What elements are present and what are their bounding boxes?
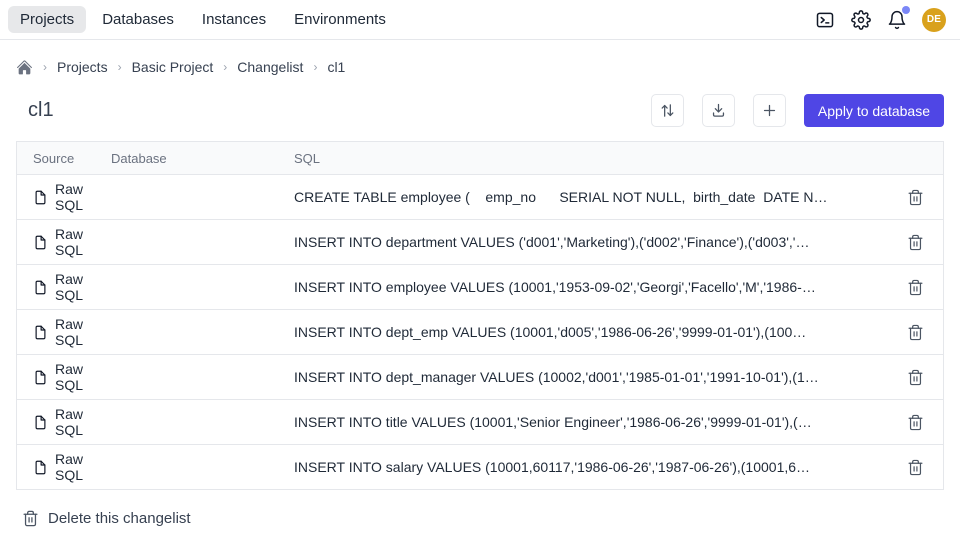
navbar-actions: DE bbox=[814, 8, 946, 32]
chevron-right-icon: › bbox=[223, 60, 227, 74]
apply-to-database-button[interactable]: Apply to database bbox=[804, 94, 944, 127]
source-cell: Raw SQL bbox=[17, 181, 111, 213]
home-icon[interactable] bbox=[16, 59, 33, 76]
delete-row-button[interactable] bbox=[904, 276, 926, 298]
delete-row-button[interactable] bbox=[904, 456, 926, 478]
delete-changelist-label: Delete this changelist bbox=[48, 510, 191, 527]
table-row[interactable]: Raw SQL CREATE TABLE employee ( emp_no S… bbox=[17, 175, 943, 220]
gear-icon bbox=[851, 10, 871, 30]
terminal-icon bbox=[815, 10, 835, 30]
delete-changelist-button[interactable]: Delete this changelist bbox=[22, 510, 191, 527]
file-icon bbox=[33, 415, 48, 430]
nav-item-projects[interactable]: Projects bbox=[8, 6, 86, 33]
table-row[interactable]: Raw SQL INSERT INTO title VALUES (10001,… bbox=[17, 400, 943, 445]
page-title: cl1 bbox=[28, 99, 54, 122]
source-label: Raw SQL bbox=[55, 316, 111, 348]
delete-row-button[interactable] bbox=[904, 321, 926, 343]
source-cell: Raw SQL bbox=[17, 406, 111, 438]
source-cell: Raw SQL bbox=[17, 271, 111, 303]
table-row[interactable]: Raw SQL INSERT INTO employee VALUES (100… bbox=[17, 265, 943, 310]
source-label: Raw SQL bbox=[55, 406, 111, 438]
breadcrumb-projects[interactable]: Projects bbox=[57, 59, 108, 75]
table-body: Raw SQL CREATE TABLE employee ( emp_no S… bbox=[17, 175, 943, 490]
changelist-table: Source Database SQL Raw SQL CREATE TABLE… bbox=[16, 141, 944, 490]
file-icon bbox=[33, 460, 48, 475]
notification-dot bbox=[902, 6, 910, 14]
source-label: Raw SQL bbox=[55, 451, 111, 483]
sql-editor-button[interactable] bbox=[814, 9, 836, 31]
breadcrumb: › Projects › Basic Project › Changelist … bbox=[16, 48, 944, 86]
trash-icon bbox=[907, 279, 924, 296]
toolbar: Apply to database bbox=[651, 94, 944, 127]
plus-icon bbox=[761, 102, 778, 119]
delete-row-button[interactable] bbox=[904, 411, 926, 433]
sql-cell[interactable]: INSERT INTO department VALUES ('d001','M… bbox=[294, 234, 887, 250]
notifications-button[interactable] bbox=[886, 9, 908, 31]
file-icon bbox=[33, 370, 48, 385]
table-row[interactable]: Raw SQL INSERT INTO department VALUES ('… bbox=[17, 220, 943, 265]
sql-cell[interactable]: INSERT INTO dept_manager VALUES (10002,'… bbox=[294, 369, 887, 385]
column-header-source: Source bbox=[17, 151, 111, 166]
source-label: Raw SQL bbox=[55, 271, 111, 303]
breadcrumb-changelist[interactable]: Changelist bbox=[237, 59, 303, 75]
table-header: Source Database SQL bbox=[17, 142, 943, 175]
file-icon bbox=[33, 235, 48, 250]
table-row[interactable]: Raw SQL INSERT INTO salary VALUES (10001… bbox=[17, 445, 943, 490]
chevron-right-icon: › bbox=[313, 60, 317, 74]
trash-icon bbox=[907, 234, 924, 251]
sql-cell[interactable]: CREATE TABLE employee ( emp_no SERIAL NO… bbox=[294, 189, 887, 205]
title-row: cl1 bbox=[16, 94, 944, 127]
sql-cell[interactable]: INSERT INTO title VALUES (10001,'Senior … bbox=[294, 414, 887, 430]
sql-cell[interactable]: INSERT INTO salary VALUES (10001,60117,'… bbox=[294, 459, 887, 475]
nav-item-environments[interactable]: Environments bbox=[282, 6, 398, 33]
main-nav: Projects Databases Instances Environment… bbox=[8, 6, 398, 33]
sql-cell[interactable]: INSERT INTO employee VALUES (10001,'1953… bbox=[294, 279, 887, 295]
file-icon bbox=[33, 280, 48, 295]
top-navbar: Projects Databases Instances Environment… bbox=[0, 0, 960, 40]
table-row[interactable]: Raw SQL INSERT INTO dept_emp VALUES (100… bbox=[17, 310, 943, 355]
column-header-sql: SQL bbox=[294, 151, 887, 166]
trash-icon bbox=[22, 510, 39, 527]
source-cell: Raw SQL bbox=[17, 226, 111, 258]
file-icon bbox=[33, 325, 48, 340]
source-label: Raw SQL bbox=[55, 226, 111, 258]
column-header-database: Database bbox=[111, 151, 294, 166]
source-cell: Raw SQL bbox=[17, 316, 111, 348]
nav-item-databases[interactable]: Databases bbox=[90, 6, 186, 33]
trash-icon bbox=[907, 324, 924, 341]
trash-icon bbox=[907, 189, 924, 206]
delete-row-button[interactable] bbox=[904, 366, 926, 388]
breadcrumb-basic-project[interactable]: Basic Project bbox=[132, 59, 214, 75]
trash-icon bbox=[907, 369, 924, 386]
file-icon bbox=[33, 190, 48, 205]
source-label: Raw SQL bbox=[55, 181, 111, 213]
add-change-button[interactable] bbox=[753, 94, 786, 127]
delete-row-button[interactable] bbox=[904, 186, 926, 208]
settings-button[interactable] bbox=[850, 9, 872, 31]
breadcrumb-current: cl1 bbox=[327, 59, 345, 75]
source-cell: Raw SQL bbox=[17, 451, 111, 483]
reorder-button[interactable] bbox=[651, 94, 684, 127]
export-button[interactable] bbox=[702, 94, 735, 127]
source-label: Raw SQL bbox=[55, 361, 111, 393]
nav-item-instances[interactable]: Instances bbox=[190, 6, 278, 33]
download-icon bbox=[710, 102, 727, 119]
page-content: › Projects › Basic Project › Changelist … bbox=[0, 48, 960, 527]
delete-row-button[interactable] bbox=[904, 231, 926, 253]
sql-cell[interactable]: INSERT INTO dept_emp VALUES (10001,'d005… bbox=[294, 324, 887, 340]
table-row[interactable]: Raw SQL INSERT INTO dept_manager VALUES … bbox=[17, 355, 943, 400]
avatar[interactable]: DE bbox=[922, 8, 946, 32]
trash-icon bbox=[907, 414, 924, 431]
chevron-right-icon: › bbox=[43, 60, 47, 74]
source-cell: Raw SQL bbox=[17, 361, 111, 393]
chevron-right-icon: › bbox=[118, 60, 122, 74]
trash-icon bbox=[907, 459, 924, 476]
sort-arrows-icon bbox=[659, 102, 676, 119]
